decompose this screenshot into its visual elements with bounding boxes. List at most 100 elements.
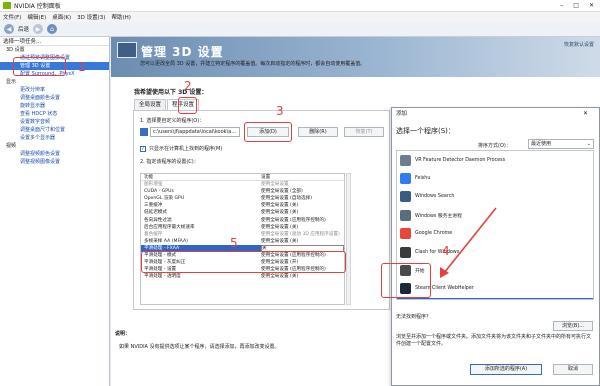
forward-arrow-icon[interactable]: ▶ <box>33 24 44 34</box>
feature-name: 平滑处理 - 透明度 <box>144 274 181 280</box>
sidebar-category[interactable]: 3D 设置 <box>0 46 109 54</box>
browse-button[interactable]: 浏览(B)... <box>553 321 593 331</box>
menu-item[interactable]: 文件(F) <box>3 13 21 21</box>
sidebar-item[interactable]: 旋转显示器 <box>0 102 109 110</box>
program-icon <box>400 209 411 221</box>
sidebar-item[interactable]: 调整视频图像设置 <box>0 158 109 166</box>
settings-row[interactable]: 后台应用程序最大帧速率 使用全局设置 (关) <box>141 224 344 231</box>
setting-value[interactable]: 使用全局设置 (关) <box>261 238 344 245</box>
settings-row[interactable]: 多帧采样 AA (MFAA) 使用全局设置 (关) <box>141 238 344 245</box>
home-icon[interactable]: ⌂ <box>47 24 58 34</box>
dialog-cancel-button[interactable]: 取消 <box>553 364 593 375</box>
setting-value[interactable]: 使用全局设置 <box>261 181 344 188</box>
step1-label: 1. 选择要自定义的程序(O)： <box>140 118 205 124</box>
page-description: 您可以更改全局 3D 设置，并建立特定程序的覆盖值。每次启动指定的程序时，都会自… <box>140 61 366 67</box>
annotation-box-5 <box>141 251 346 273</box>
annotation-number-1: 1 <box>78 60 86 74</box>
settings-row[interactable]: 着色缓存 使用全局设置 (驱动 3D 应用程序设置) <box>141 231 344 238</box>
dialog-hint: 浏览至并添加一个程序或文件夹。添加文件夹将为该文件夹和子文件夹中的所有可执行文件… <box>396 334 592 347</box>
settings-row[interactable]: CUDA - GPUs 使用全局设置 (全部) <box>141 188 344 195</box>
menu-item[interactable]: 3D 设置(3) <box>77 13 105 21</box>
remove-program-button[interactable]: 删除(R) <box>298 127 338 137</box>
program-icon <box>400 246 411 258</box>
step2-label: 2. 指定该程序的设置(C)： <box>140 159 199 165</box>
window-controls: – □ ✕ <box>560 2 600 9</box>
setting-value[interactable]: 使用全局设置 (自动选择) <box>261 195 344 202</box>
settings-grid: 功能 设置 图形增强 使用全局设置 CUDA - GPUs 使用全局设置 (全部) Op… <box>140 173 345 305</box>
settings-row[interactable]: 三重缓冲 使用全局设置 (关) <box>141 202 344 209</box>
sidebar-item[interactable]: 设置多个显示器 <box>0 134 109 142</box>
settings-row[interactable]: OpenGL 渲染 GPU 使用全局设置 (自动选择) <box>141 195 344 202</box>
close-icon[interactable]: ✕ <box>589 2 594 9</box>
program-label: Feishu <box>415 176 431 182</box>
kook-program-icon <box>140 128 148 136</box>
program-label: Windows Search <box>415 194 455 200</box>
restore-program-button[interactable]: 恢复(T) <box>344 127 384 137</box>
settings-row[interactable]: 图形增强 使用全局设置 <box>141 181 344 188</box>
toolbar: ◀ 后退 ▶ ⌂ <box>0 22 600 37</box>
window-title: NVIDIA 控制面板 <box>14 3 61 10</box>
setting-value[interactable]: 使用全局设置 (驱动 3D 应用程序设置) <box>261 231 344 238</box>
setting-value[interactable]: 使用全局设置 (应用程序控制的) <box>261 217 344 224</box>
back-label[interactable]: 后退 <box>18 25 29 33</box>
feature-name: 着色缓存 <box>144 231 163 237</box>
settings-grid-header: 功能 设置 <box>141 174 344 182</box>
menu-item[interactable]: 帮助(H) <box>111 13 130 21</box>
annotation-number-3: 3 <box>276 104 284 118</box>
setting-value[interactable]: 使用全局设置 (关) <box>261 202 344 209</box>
annotation-arrow <box>440 207 497 278</box>
3d-settings-icon <box>117 42 137 58</box>
program-select[interactable]: c:\users\jf\appdata\local\kook\a... <box>150 127 240 137</box>
feature-name: 图形增强 <box>144 182 163 188</box>
checkbox-checked-icon[interactable]: ✓ <box>140 145 146 152</box>
setting-value[interactable]: 使用全局设置 (关) <box>261 224 344 231</box>
program-list-item[interactable]: VR Feature Detector Daemon Process <box>397 151 593 169</box>
sidebar-item[interactable]: 查看 HDCP 状态 <box>0 110 109 118</box>
setting-value[interactable]: 使用全局设置 (全部) <box>261 188 344 195</box>
program-icon <box>400 191 411 203</box>
sidebar-item[interactable]: 更改分辨率 <box>0 86 109 94</box>
sidebar-category[interactable]: 显示 <box>0 78 109 86</box>
program-list-item[interactable]: Windows Search <box>397 188 593 206</box>
page-banner: 管理 3D 设置 恢复默认设置 <box>111 37 600 77</box>
settings-row[interactable]: 平滑处理 - 透明度 使用全局设置 (关) <box>141 273 344 280</box>
program-list-item[interactable]: Feishu <box>397 169 593 187</box>
annotation-box-3 <box>244 122 292 142</box>
annotation-box-2 <box>178 97 197 114</box>
sidebar-item[interactable]: 设置数字音频 <box>0 118 109 126</box>
feature-name: 多帧采样 AA (MFAA) <box>144 238 188 244</box>
annotation-box-1 <box>13 57 66 76</box>
feature-name: 低延迟模式 <box>144 210 167 216</box>
sidebar-item[interactable]: 调整视频颜色设置 <box>0 150 109 158</box>
nvidia-logo-icon <box>3 2 11 9</box>
tab-global-settings[interactable]: 全局设置 <box>134 99 167 110</box>
settings-scrollbar[interactable] <box>346 173 351 305</box>
sidebar-item[interactable]: 调整桌面颜色设置 <box>0 94 109 102</box>
feature-column-header: 功能 <box>144 175 154 180</box>
sidebar-category[interactable]: 视频 <box>0 142 109 150</box>
feature-name: 后台应用程序最大帧速率 <box>144 224 195 230</box>
sort-select[interactable]: 最近使用 ⌄ <box>528 139 594 149</box>
not-found-label: 无法找到程序？ <box>396 314 432 320</box>
setting-column-header: 设置 <box>261 175 271 180</box>
window-titlebar: NVIDIA 控制面板 – □ ✕ <box>0 0 600 12</box>
program-icon <box>400 228 411 240</box>
only-found-checkbox-row[interactable]: ✓ 只显示在计算机上找到的程序(M) <box>140 145 222 152</box>
minimize-icon[interactable]: – <box>560 2 563 9</box>
menu-item[interactable]: 桌面(K) <box>52 13 71 21</box>
program-list-item[interactable]: KOOK <box>397 298 593 299</box>
maximize-icon[interactable]: □ <box>573 2 579 9</box>
setting-value[interactable]: 使用全局设置 (关) <box>261 209 344 216</box>
menu-item[interactable]: 编辑(E) <box>27 13 46 21</box>
restore-defaults-link[interactable]: 恢复默认设置 <box>564 41 594 48</box>
setting-value[interactable]: 使用全局设置 (关) <box>261 273 344 280</box>
sidebar-item[interactable]: 调整桌面尺寸和位置 <box>0 126 109 134</box>
add-selected-program-button[interactable]: 添加所选的程序(A) <box>470 364 542 375</box>
back-arrow-icon[interactable]: ◀ <box>4 24 14 34</box>
settings-row[interactable]: 各向异性过滤 使用全局设置 (应用程序控制的) <box>141 217 344 224</box>
sort-select-value: 最近使用 <box>531 141 552 147</box>
dialog-close-icon[interactable]: ✕ <box>583 110 588 117</box>
settings-row[interactable]: 低延迟模式 使用全局设置 (关) <box>141 209 344 216</box>
annotation-number-5: 5 <box>230 236 238 250</box>
task-sidebar: 选择一项任务... 3D 设置 通过预览调整图像设置 管理 3D 设置 配置 Surr… <box>0 37 110 386</box>
